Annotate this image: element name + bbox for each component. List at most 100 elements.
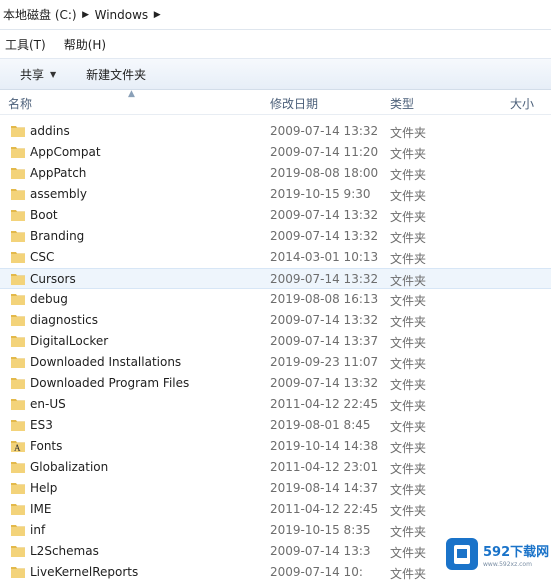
file-date: 2009-07-14 13:32 [270, 313, 379, 327]
file-date: 2019-10-15 9:30 [270, 187, 371, 201]
column-header-name[interactable]: 名称 [8, 95, 32, 112]
folder-icon [11, 399, 25, 410]
file-type: 文件夹 [390, 441, 427, 455]
column-header-size[interactable]: 大小 [510, 95, 534, 112]
file-row[interactable]: Help 2019-08-14 14:37 文件夹 [0, 478, 551, 499]
file-date: 2009-07-14 13:37 [270, 334, 379, 348]
file-type: 文件夹 [390, 252, 427, 266]
file-row[interactable]: Downloaded Program Files 2009-07-14 13:32… [0, 373, 551, 394]
file-type: 文件夹 [390, 546, 427, 560]
file-row[interactable]: AppPatch 2019-08-08 18:00 文件夹 [0, 163, 551, 184]
breadcrumb-folder[interactable]: Windows [95, 8, 149, 22]
file-name: Branding [30, 229, 85, 243]
file-row[interactable]: IME 2011-04-12 22:45 文件夹 [0, 499, 551, 520]
file-date: 2019-08-08 16:13 [270, 292, 379, 306]
dropdown-caret-icon: ▼ [50, 69, 57, 79]
file-name: CSC [30, 250, 55, 264]
file-date: 2019-08-01 8:45 [270, 418, 371, 432]
file-row[interactable]: Downloaded Installations 2019-09-23 11:07… [0, 352, 551, 373]
watermark-title: 592下载网 [483, 544, 550, 560]
menu-bar: 工具(T) 帮助(H) [0, 33, 551, 55]
new-folder-button[interactable]: 新建文件夹 [78, 66, 154, 83]
file-type: 文件夹 [390, 420, 427, 434]
column-header-date[interactable]: 修改日期 [270, 95, 318, 112]
file-row[interactable]: assembly 2019-10-15 9:30 文件夹 [0, 184, 551, 205]
file-name: L2Schemas [30, 544, 99, 558]
file-row[interactable]: Cursors 2009-07-14 13:32 文件夹 [0, 268, 551, 289]
file-row[interactable]: CSC 2014-03-01 10:13 文件夹 [0, 247, 551, 268]
file-row[interactable]: diagnostics 2009-07-14 13:32 文件夹 [0, 310, 551, 331]
file-date: 2009-07-14 13:32 [270, 376, 379, 390]
folder-icon [11, 525, 25, 536]
svg-text:A: A [14, 443, 21, 452]
file-type: 文件夹 [390, 525, 427, 539]
file-date: 2009-07-14 13:3 [270, 544, 371, 558]
file-date: 2011-04-12 22:45 [270, 502, 379, 516]
share-button[interactable]: 共享 ▼ [12, 66, 64, 83]
folder-icon [11, 420, 25, 431]
watermark-url: www.592xz.com [483, 560, 532, 568]
site-logo-icon [446, 538, 478, 570]
file-name: Downloaded Program Files [30, 376, 190, 390]
file-row[interactable]: A Fonts 2019-10-14 14:38 文件夹 [0, 436, 551, 457]
file-type: 文件夹 [390, 315, 427, 329]
file-name: Cursors [30, 272, 76, 286]
file-name: en-US [30, 397, 66, 411]
watermark: 592下载网 www.592xz.com [443, 532, 551, 576]
file-type: 文件夹 [390, 126, 427, 140]
address-bar[interactable]: 本地磁盘 (C:) ▶ Windows ▶ [0, 0, 551, 30]
file-row[interactable]: en-US 2011-04-12 22:45 文件夹 [0, 394, 551, 415]
chevron-right-icon[interactable]: ▶ [77, 10, 95, 20]
file-row[interactable]: Branding 2009-07-14 13:32 文件夹 [0, 226, 551, 247]
sort-ascending-icon: ▲ [128, 89, 135, 99]
folder-icon [11, 357, 25, 368]
folder-icon [11, 546, 25, 557]
file-name: debug [30, 292, 68, 306]
file-date: 2019-08-08 18:00 [270, 166, 379, 180]
folder-icon [11, 231, 25, 242]
menu-tools[interactable]: 工具(T) [0, 36, 52, 53]
file-date: 2009-07-14 11:20 [270, 145, 379, 159]
file-name: inf [30, 523, 46, 537]
folder-icon [11, 504, 25, 515]
file-type: 文件夹 [390, 378, 427, 392]
breadcrumb-drive[interactable]: 本地磁盘 (C:) [3, 6, 77, 23]
folder-icon [11, 210, 25, 221]
file-name: AppCompat [30, 145, 101, 159]
folder-icon [11, 189, 25, 200]
file-name: Globalization [30, 460, 109, 474]
file-date: 2011-04-12 23:01 [270, 460, 379, 474]
menu-help[interactable]: 帮助(H) [58, 36, 112, 53]
file-row[interactable]: Boot 2009-07-14 13:32 文件夹 [0, 205, 551, 226]
folder-icon [11, 274, 25, 285]
file-type: 文件夹 [390, 504, 427, 518]
folder-icon [11, 294, 25, 305]
file-name: Fonts [30, 439, 63, 453]
file-type: 文件夹 [390, 147, 427, 161]
share-button-label: 共享 [20, 67, 45, 82]
folder-icon [11, 168, 25, 179]
file-row[interactable]: debug 2019-08-08 16:13 文件夹 [0, 289, 551, 310]
file-row[interactable]: DigitalLocker 2009-07-14 13:37 文件夹 [0, 331, 551, 352]
folder-icon [11, 315, 25, 326]
file-row[interactable]: addins 2009-07-14 13:32 文件夹 [0, 121, 551, 142]
command-bar: 共享 ▼ 新建文件夹 [0, 58, 551, 90]
folder-icon [11, 378, 25, 389]
file-list: addins 2009-07-14 13:32 文件夹 AppCompat 2009-0… [0, 121, 551, 583]
file-type: 文件夹 [390, 274, 427, 288]
folder-icon [11, 252, 25, 263]
file-row[interactable]: ES3 2019-08-01 8:45 文件夹 [0, 415, 551, 436]
chevron-right-icon[interactable]: ▶ [148, 10, 166, 20]
file-row[interactable]: Globalization 2011-04-12 23:01 文件夹 [0, 457, 551, 478]
file-date: 2019-09-23 11:07 [270, 355, 379, 369]
file-type: 文件夹 [390, 483, 427, 497]
file-date: 2009-07-14 13:32 [270, 229, 379, 243]
column-header-type[interactable]: 类型 [390, 95, 414, 112]
file-date: 2019-10-14 14:38 [270, 439, 379, 453]
file-name: Boot [30, 208, 58, 222]
file-row[interactable]: AppCompat 2009-07-14 11:20 文件夹 [0, 142, 551, 163]
file-name: DigitalLocker [30, 334, 109, 348]
file-name: IME [30, 502, 52, 516]
file-date: 2019-08-14 14:37 [270, 481, 379, 495]
file-date: 2009-07-14 10: [270, 565, 363, 579]
